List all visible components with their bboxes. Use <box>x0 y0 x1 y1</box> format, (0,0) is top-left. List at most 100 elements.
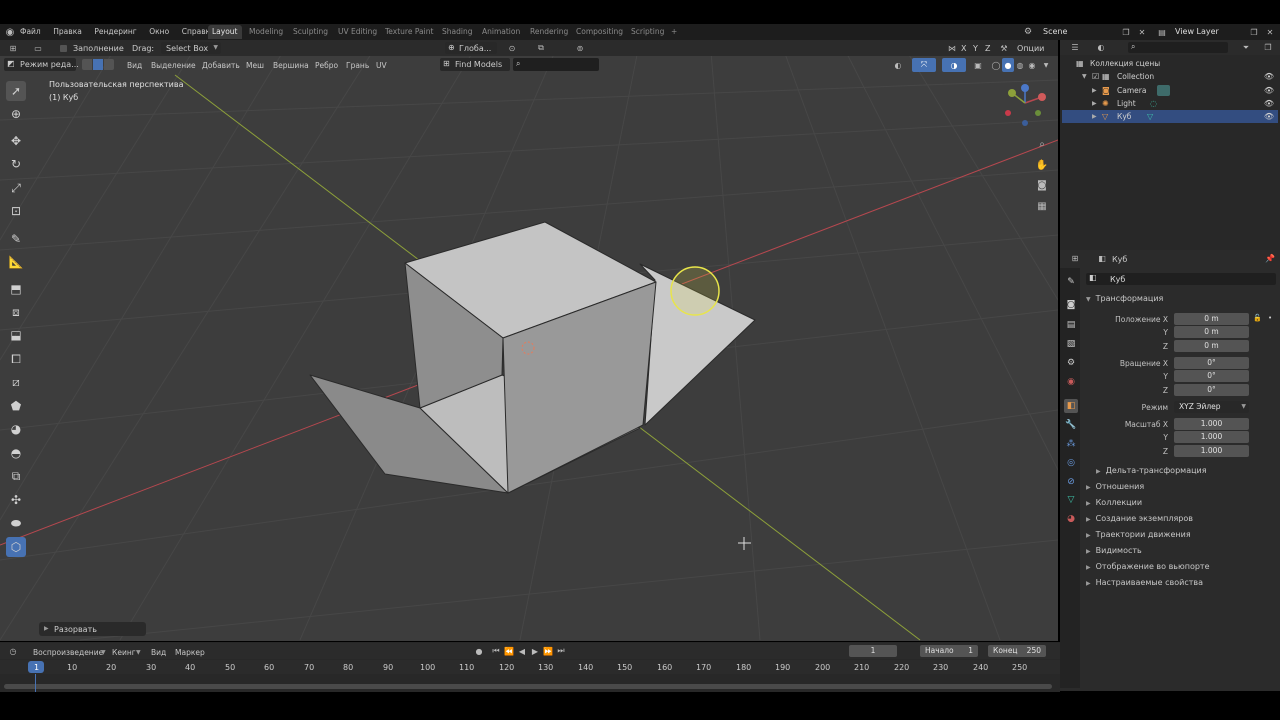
menu-face[interactable]: Грань <box>346 61 369 70</box>
eye-icon[interactable]: 👁 <box>1264 70 1274 83</box>
view-layer-icon[interactable]: ▤ <box>1154 25 1170 39</box>
menu-edge[interactable]: Ребро <box>315 61 338 70</box>
custom-properties-section[interactable]: ▶ Настраиваемые свойства <box>1086 578 1203 587</box>
knife-tool-icon[interactable]: ⧄ <box>6 372 26 392</box>
mirror-z-toggle[interactable]: Z <box>985 44 990 53</box>
outliner-scene-collection[interactable]: ▦ Коллекция сцены <box>1062 57 1278 70</box>
constraints-tab-icon[interactable]: ⊘ <box>1064 475 1078 489</box>
wireframe-shading-icon[interactable]: ◯ <box>990 58 1002 72</box>
gizmo-toggle-icon[interactable]: ⤧ <box>912 58 936 72</box>
outliner-collection[interactable]: ▼ ☑ ▦ Collection 👁 <box>1062 70 1278 83</box>
camera-view-icon[interactable]: ◙ <box>1034 177 1050 193</box>
outliner-item-light[interactable]: ▶ ✺ Light ◌ 👁 <box>1062 97 1278 110</box>
wrench-icon[interactable]: ⚒ <box>998 41 1010 55</box>
shear-tool-icon[interactable]: ⬬ <box>6 513 26 533</box>
spin-tool-icon[interactable]: ◕ <box>6 419 26 439</box>
timeline-editor-icon[interactable]: ◷ <box>4 644 22 658</box>
menu-mesh[interactable]: Меш <box>246 61 264 70</box>
current-frame-field[interactable]: 1 <box>849 645 897 657</box>
physics-tab-icon[interactable]: ◎ <box>1064 456 1078 470</box>
edge-select-mode[interactable] <box>93 59 103 70</box>
material-shading-icon[interactable]: ◍ <box>1014 58 1026 72</box>
rotation-x-field[interactable]: 0° <box>1174 357 1249 369</box>
checkbox-icon[interactable]: ☑ <box>1092 70 1099 83</box>
outliner-item-cube[interactable]: ▶ ▽ Куб ▽ 👁 <box>1062 110 1278 123</box>
tab-texture-paint[interactable]: Texture Paint <box>381 25 437 39</box>
pin-icon[interactable]: 📌 <box>1264 252 1276 265</box>
visibility-section[interactable]: ▶ Видимость <box>1086 546 1142 555</box>
blender-logo-icon[interactable]: ◉ <box>4 25 16 39</box>
scale-z-field[interactable]: 1.000 <box>1174 445 1249 457</box>
tab-compositing[interactable]: Compositing <box>572 25 627 39</box>
tab-rendering[interactable]: Rendering <box>526 25 572 39</box>
relations-section[interactable]: ▶ Отношения <box>1086 482 1144 491</box>
object-tab-icon[interactable]: ◧ <box>1064 399 1078 413</box>
lock-icon[interactable]: 🔓 <box>1253 314 1262 322</box>
outliner-search[interactable]: ⌕ <box>1128 42 1228 53</box>
tab-animation[interactable]: Animation <box>478 25 524 39</box>
pivot-icon[interactable]: ⊙ <box>503 41 521 55</box>
eye-icon[interactable]: 👁 <box>1264 110 1274 123</box>
viewport-display-section[interactable]: ▶ Отображение во вьюпорте <box>1086 562 1210 571</box>
output-tab-icon[interactable]: ▤ <box>1064 318 1078 332</box>
mirror-x-toggle[interactable]: X <box>961 44 966 53</box>
select-box-tool-icon[interactable]: ➚ <box>6 81 26 101</box>
menu-timeline-view[interactable]: Вид <box>151 648 166 657</box>
menu-select[interactable]: Выделение <box>151 61 196 70</box>
scale-x-field[interactable]: 1.000 <box>1174 418 1249 430</box>
visibility-icon[interactable]: ◐ <box>888 58 908 72</box>
drag-select[interactable]: Select Box ▼ <box>161 42 221 54</box>
new-collection-icon[interactable]: ❐ <box>1262 41 1274 54</box>
operator-panel[interactable]: Разорвать ▶ <box>39 622 146 636</box>
transform-section[interactable]: ▼ Трансформация <box>1086 294 1163 303</box>
face-select-mode[interactable] <box>104 59 114 70</box>
particles-tab-icon[interactable]: ⁂ <box>1064 437 1078 451</box>
proportional-edit-icon[interactable]: ⊚ <box>563 41 597 55</box>
start-frame-field[interactable]: Начало 1 <box>920 645 978 657</box>
menu-playback[interactable]: Воспроизведение <box>33 648 103 657</box>
properties-editor-icon[interactable]: ⊞ <box>1066 252 1084 265</box>
transform-tool-icon[interactable]: ⊡ <box>6 201 26 221</box>
collections-section[interactable]: ▶ Коллекции <box>1086 498 1142 507</box>
data-tab-icon[interactable]: ▽ <box>1064 493 1078 507</box>
rotation-z-field[interactable]: 0° <box>1174 384 1249 396</box>
menu-view[interactable]: Вид <box>127 61 142 70</box>
delete-scene-icon[interactable]: ✕ <box>1136 25 1148 39</box>
instancing-section[interactable]: ▶ Создание экземпляров <box>1086 514 1193 523</box>
select-mode-icon[interactable]: ▭ <box>30 41 46 55</box>
scale-tool-icon[interactable]: ⤢ <box>6 178 26 198</box>
rip-region-tool-icon[interactable]: ⬡ <box>6 537 26 557</box>
mirror-icon[interactable]: ⋈ <box>946 41 958 55</box>
location-x-field[interactable]: 0 m <box>1174 313 1249 325</box>
options-menu[interactable]: Опции <box>1017 44 1044 53</box>
tab-shading[interactable]: Shading <box>438 25 476 39</box>
tool-tab-icon[interactable]: ✎ <box>1064 275 1078 289</box>
zoom-icon[interactable]: ⌕ <box>1034 136 1050 152</box>
menu-uv[interactable]: UV <box>376 61 387 70</box>
display-mode-icon[interactable]: ◐ <box>1092 41 1110 54</box>
shading-options-icon[interactable]: ▼ <box>1040 58 1052 72</box>
delta-transform-section[interactable]: ▶ Дельта-трансформация <box>1096 466 1207 475</box>
tab-uv-editing[interactable]: UV Editing <box>334 25 381 39</box>
measure-tool-icon[interactable]: 📐 <box>6 252 26 272</box>
bevel-tool-icon[interactable]: ⬓ <box>6 325 26 345</box>
rendered-shading-icon[interactable]: ◉ <box>1026 58 1038 72</box>
delete-view-layer-icon[interactable]: ✕ <box>1264 25 1276 39</box>
menu-render[interactable]: Рендеринг <box>94 27 136 36</box>
overlay-toggle-icon[interactable]: ◑ <box>942 58 966 72</box>
menu-file[interactable]: Файл <box>20 27 41 36</box>
find-models-search[interactable]: ⌕ <box>513 58 599 71</box>
fill-checkbox[interactable] <box>60 45 67 52</box>
view-layer-tab-icon[interactable]: ▧ <box>1064 337 1078 351</box>
orientation-select[interactable]: ⊕ Глоба... <box>445 42 497 54</box>
jump-end-icon[interactable]: ⏭ <box>555 645 567 657</box>
prev-keyframe-icon[interactable]: ⏪ <box>503 645 515 657</box>
tab-sculpting[interactable]: Sculpting <box>289 25 332 39</box>
3d-viewport[interactable]: Пользовательская перспектива (1) Куб Раз… <box>0 40 1058 641</box>
vertex-select-mode[interactable] <box>82 59 92 70</box>
material-tab-icon[interactable]: ◕ <box>1064 512 1078 526</box>
add-workspace-button[interactable]: + <box>667 25 681 39</box>
xray-toggle-icon[interactable]: ▣ <box>972 58 984 72</box>
jump-start-icon[interactable]: ⏮ <box>490 645 502 657</box>
scale-y-field[interactable]: 1.000 <box>1174 431 1249 443</box>
